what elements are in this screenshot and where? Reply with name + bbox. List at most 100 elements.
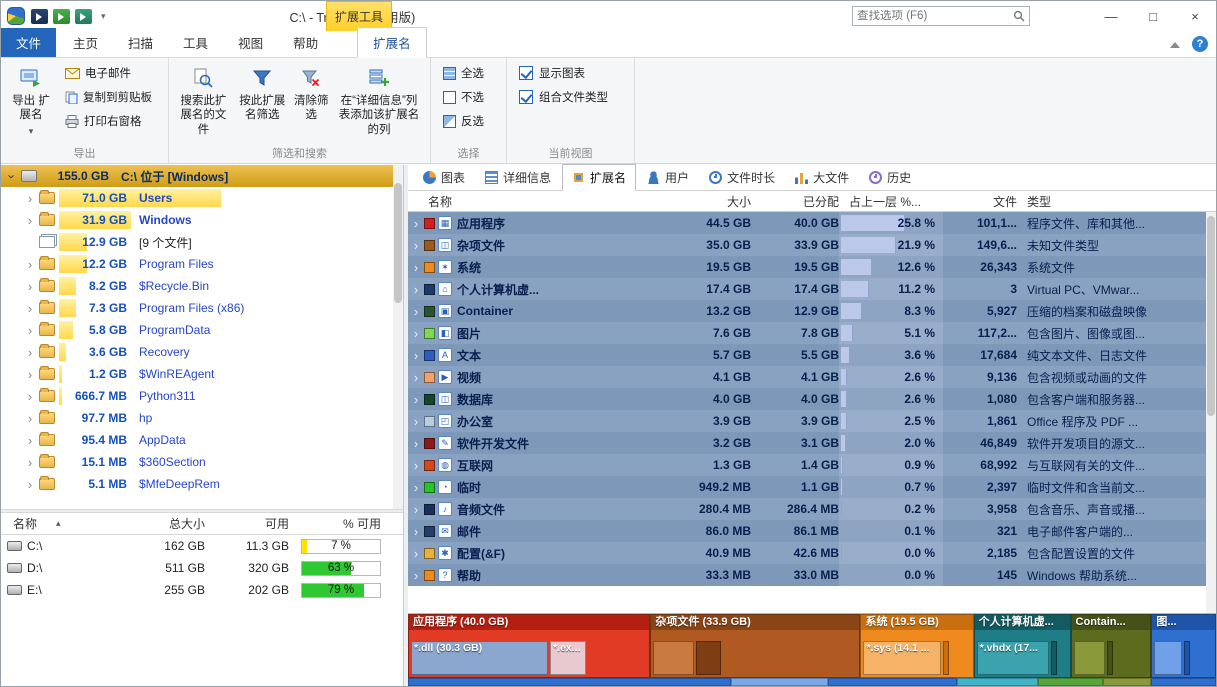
tree-item[interactable]: › 31.9 GB Windows [1,209,403,231]
ribbon-tab[interactable]: 文件 [1,28,56,57]
tree-item[interactable]: › 5.1 MB $MfeDeepRem [1,473,403,495]
extension-row[interactable]: › ▶ 视频 4.1 GB 4.1 GB 2.6 % 9,136 包含视频或 [408,366,1216,388]
tree-item[interactable]: › 5.8 GB ProgramData [1,319,403,341]
search-box[interactable] [852,6,1030,26]
extension-row[interactable]: › ⌂ 个人计算机虚... 17.4 GB 17.4 GB 11.2 % 3 [408,278,1216,300]
select-all-button[interactable]: 全选 [437,61,490,85]
tree-item[interactable]: › 71.0 GB Users [1,187,403,209]
extension-row[interactable]: › ▣ Container 13.2 GB 12.9 GB 8.3 % 5,92… [408,300,1216,322]
ribbon-tab[interactable]: 主页 [58,28,113,57]
view-tab[interactable]: 历史 [860,165,920,190]
row-chevron-icon[interactable]: › [408,480,424,495]
treemap-block[interactable]: 系统 (19.5 GB) *.sys (14.1 ... [860,614,973,678]
minimize-button[interactable]: — [1090,1,1132,31]
extension-row[interactable]: › ◫ 杂项文件 35.0 GB 33.9 GB 21.9 % 149,6... [408,234,1216,256]
treemap-block[interactable]: Contain... [1071,614,1152,678]
row-chevron-icon[interactable]: › [408,326,424,341]
search-input[interactable] [857,10,1013,22]
view-tab[interactable]: 扩展名 [562,164,636,191]
extension-row[interactable]: › ◰ 办公室 3.9 GB 3.9 GB 2.5 % 1,861 Offi [408,410,1216,432]
row-chevron-icon[interactable]: › [408,216,424,231]
select-none-button[interactable]: 不选 [437,85,490,109]
extension-row[interactable]: › ▦ 应用程序 44.5 GB 40.0 GB 25.8 % 101,1... [408,212,1216,234]
treemap-child-block[interactable]: *.ex... [550,641,585,675]
expand-chevron-icon[interactable]: › [23,477,37,492]
extension-row[interactable]: › ◍ 互联网 1.3 GB 1.4 GB 0.9 % 68,992 与互联 [408,454,1216,476]
add-extension-column-button[interactable]: 在“详细信息”列表添加该扩展名的列 [332,61,426,141]
tree-item[interactable]: › 1.2 GB $WinREAgent [1,363,403,385]
quick-access-caret-icon[interactable]: ▾ [101,11,106,22]
row-chevron-icon[interactable]: › [408,568,424,583]
expand-chevron-icon[interactable]: › [23,433,37,448]
extensions-table-header[interactable]: 名称 大小 已分配 占上一层 %... 文件 类型 [408,191,1216,212]
ribbon-tab[interactable]: 视图 [223,28,278,57]
expand-chevron-icon[interactable]: › [23,389,37,404]
qa-scan-icon[interactable] [53,9,70,24]
expand-chevron-icon[interactable]: › [23,301,37,316]
row-chevron-icon[interactable]: › [408,414,424,429]
row-chevron-icon[interactable]: › [408,436,424,451]
extension-row[interactable]: › A 文本 5.7 GB 5.5 GB 3.6 % 17,684 纯文本文 [408,344,1216,366]
extension-row[interactable]: › ✱ 配置(&F) 40.9 MB 42.6 MB 0.0 % 2,185 [408,542,1216,564]
treemap-child-block[interactable] [943,641,949,675]
treemap-child-block[interactable] [696,641,720,675]
extension-row[interactable]: › ◫ 数据库 4.0 GB 4.0 GB 2.6 % 1,080 包含客户 [408,388,1216,410]
tree-item[interactable]: › 3.6 GB Recovery [1,341,403,363]
row-chevron-icon[interactable]: › [408,458,424,473]
treemap-child-block[interactable]: *.sys (14.1 ... [863,641,940,675]
row-chevron-icon[interactable]: › [408,546,424,561]
tree-item[interactable]: › 12.2 GB Program Files [1,253,403,275]
treemap-block[interactable]: 图... [1151,614,1216,678]
tree-item[interactable]: › 97.7 MB hp [1,407,403,429]
row-chevron-icon[interactable]: › [408,282,424,297]
row-chevron-icon[interactable]: › [408,348,424,363]
close-button[interactable]: × [1174,1,1216,31]
print-right-pane-button[interactable]: 打印右窗格 [59,109,158,133]
drive-row[interactable]: C:\ 162 GB 11.3 GB 7 % [1,535,403,557]
expand-chevron-icon[interactable]: › [23,191,37,206]
help-icon[interactable]: ? [1192,36,1208,52]
view-tab[interactable]: 大文件 [786,165,858,190]
expand-chevron-icon[interactable]: › [23,411,37,426]
filter-by-extension-button[interactable]: 按此扩展名筛选 [234,61,291,127]
ribbon-tab[interactable]: 工具 [168,28,223,57]
row-chevron-icon[interactable]: › [408,524,424,539]
qa-update-icon[interactable] [75,9,92,24]
row-chevron-icon[interactable]: › [408,304,424,319]
expand-chevron-icon[interactable]: › [5,169,20,183]
extension-row[interactable]: › ♪ 音频文件 280.4 MB 286.4 MB 0.2 % 3,958 [408,498,1216,520]
extension-row[interactable]: › ? 帮助 33.3 MB 33.0 MB 0.0 % 145 Windo [408,564,1216,586]
ribbon-tab[interactable]: 扫描 [113,28,168,57]
view-tab[interactable]: 文件时长 [700,165,784,190]
extension-row[interactable]: › ◔ 临时 949.2 MB 1.1 GB 0.7 % 2,397 临时文 [408,476,1216,498]
ribbon-tab[interactable]: 帮助 [278,28,333,57]
treemap-child-block[interactable]: *.vhdx (17... [977,641,1050,675]
invert-selection-button[interactable]: 反选 [437,109,490,133]
extension-row[interactable]: › ✶ 系统 19.5 GB 19.5 GB 12.6 % 26,343 系 [408,256,1216,278]
tree-item[interactable]: 12.9 GB [9 个文件] [1,231,403,253]
drive-row[interactable]: E:\ 255 GB 202 GB 79 % [1,579,403,601]
show-chart-checkbox[interactable]: 显示图表 [519,61,608,85]
row-chevron-icon[interactable]: › [408,392,424,407]
view-tab[interactable]: 图表 [414,165,474,190]
clear-filter-button[interactable]: 清除筛选 [291,61,332,127]
view-tab[interactable]: 详细信息 [476,165,560,190]
expand-chevron-icon[interactable]: › [23,367,37,382]
collapse-ribbon-icon[interactable] [1170,37,1180,48]
treemap-child-block[interactable] [653,641,694,675]
treemap-block[interactable]: 杂项文件 (33.9 GB) [650,614,860,678]
email-button[interactable]: 电子邮件 [59,61,158,85]
view-tab[interactable]: 用户 [638,165,698,190]
search-extension-files-button[interactable]: 搜索此扩展名的文件 [173,61,234,141]
export-extension-button[interactable]: 导出 扩展名 ▾ [5,61,57,141]
tree-item[interactable]: › 15.1 MB $360Section [1,451,403,473]
maximize-button[interactable]: □ [1132,1,1174,31]
table-scrollbar[interactable] [1206,212,1216,613]
ribbon-tab[interactable]: 扩展名 [357,27,427,58]
extension-row[interactable]: › ✉ 邮件 86.0 MB 86.1 MB 0.1 % 321 电子邮件客 [408,520,1216,542]
tree-item[interactable]: › 95.4 MB AppData [1,429,403,451]
copy-to-clipboard-button[interactable]: 复制到剪贴板 [59,85,158,109]
tree-item[interactable]: › 666.7 MB Python311 [1,385,403,407]
expand-chevron-icon[interactable]: › [23,345,37,360]
treemap-child-block[interactable] [1154,641,1182,675]
